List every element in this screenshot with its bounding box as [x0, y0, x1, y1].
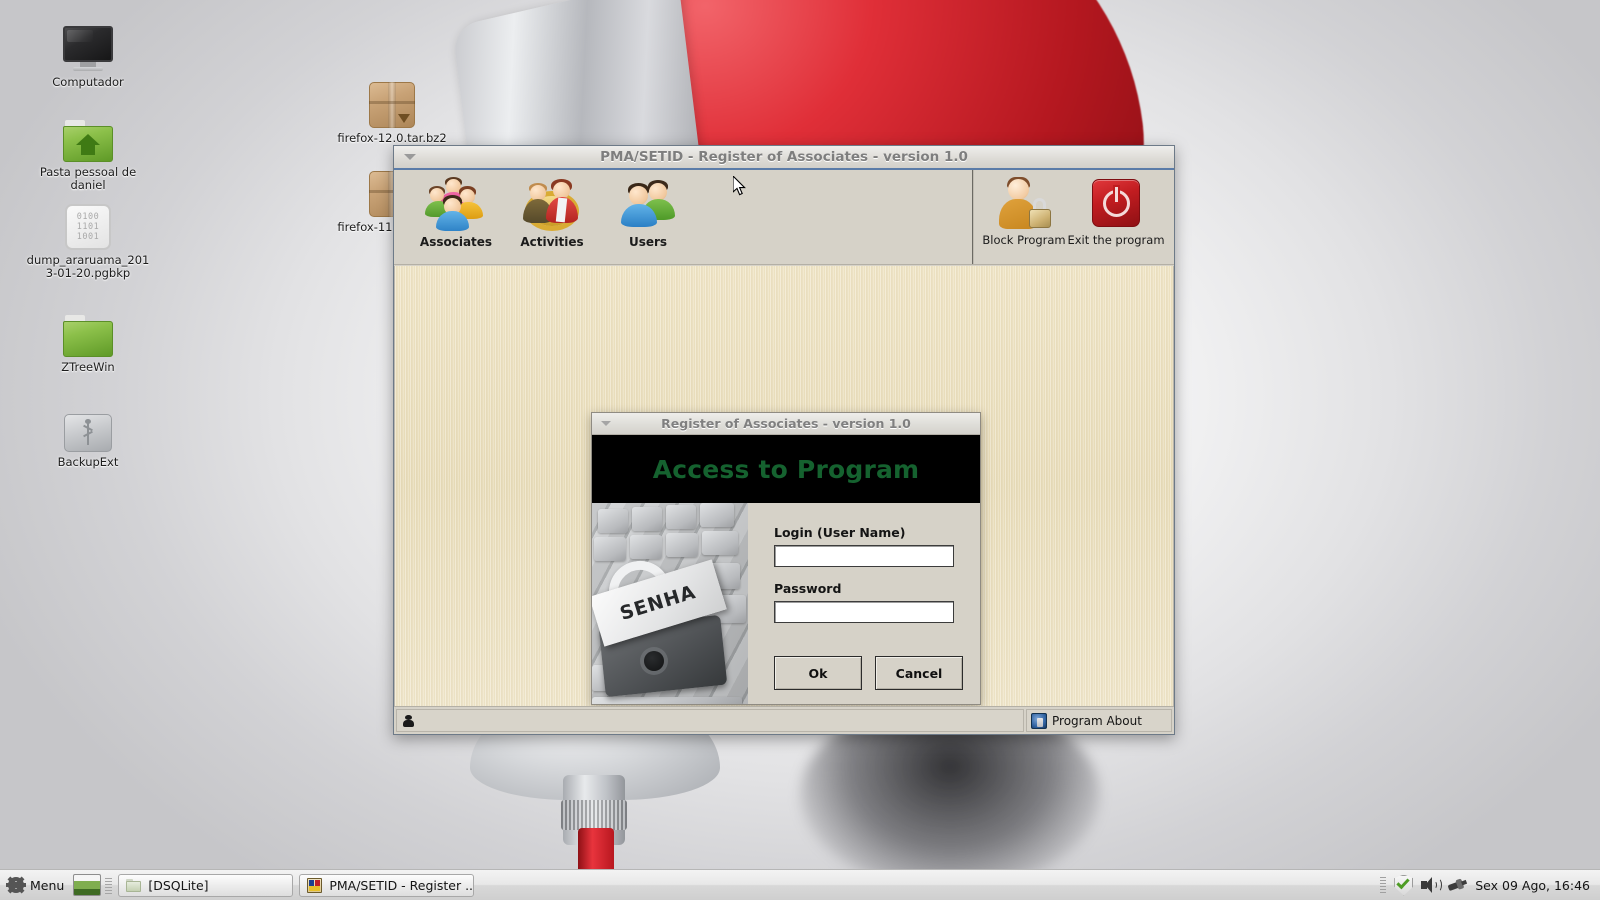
- binary-line: 1101: [77, 222, 99, 232]
- dialog-banner-text: Access to Program: [653, 455, 920, 484]
- clock[interactable]: Sex 09 Ago, 16:46: [1475, 878, 1590, 893]
- shield-check-icon[interactable]: [1394, 875, 1413, 896]
- gear-icon: [8, 877, 24, 893]
- taskbar[interactable]: Menu [DSQLite] PMA/SETID - Register ... …: [0, 869, 1600, 900]
- binary-file-icon: 0100 1101 1001: [26, 198, 150, 250]
- task-button-label: [DSQLite]: [148, 878, 208, 893]
- couple-in-ring-icon: [521, 177, 583, 231]
- dialog-titlebar[interactable]: Register of Associates - version 1.0: [592, 413, 980, 435]
- window-work-area: Register of Associates - version 1.0 Acc…: [394, 266, 1174, 706]
- toolbar-right-group: Block Program Exit the program: [974, 170, 1174, 264]
- desktop-icon-label: firefox-12.0.tar.bz2: [336, 132, 448, 145]
- volume-icon[interactable]: [1421, 877, 1440, 893]
- window-statusbar: Program About: [394, 706, 1174, 734]
- home-folder-icon: [32, 110, 144, 162]
- login-dialog[interactable]: Register of Associates - version 1.0 Acc…: [591, 412, 981, 705]
- padlock-keyhole: [644, 651, 664, 671]
- ok-button[interactable]: Ok: [774, 656, 862, 690]
- network-plug-icon[interactable]: [1446, 874, 1469, 896]
- desktop-icon-backupext[interactable]: BackupExt: [32, 400, 144, 469]
- toolbar-button-associates[interactable]: Associates: [408, 170, 504, 264]
- group-of-people-icon: [425, 177, 487, 231]
- desktop-icon-label: dump_araruama_2013-01-20.pgbkp: [26, 254, 150, 280]
- window-title: PMA/SETID - Register of Associates - ver…: [394, 149, 1174, 165]
- desktop[interactable]: Computador Pasta pessoal de daniel 0100 …: [0, 0, 1600, 900]
- desktop-icon-label: Computador: [32, 76, 144, 89]
- window-titlebar[interactable]: PMA/SETID - Register of Associates - ver…: [394, 146, 1174, 170]
- statusbar-message-area: [396, 709, 1024, 732]
- task-button-pma-setid[interactable]: PMA/SETID - Register ...: [299, 874, 474, 897]
- toolbar-button-exit-program[interactable]: Exit the program: [1066, 170, 1166, 264]
- dialog-form: Login (User Name) Password Ok Cancel: [748, 503, 980, 704]
- toolbar-button-label: Exit the program: [1067, 233, 1164, 247]
- folder-icon: [126, 879, 141, 892]
- desktop-icon-firefox12-archive[interactable]: firefox-12.0.tar.bz2: [336, 76, 448, 145]
- dialog-banner: Access to Program: [592, 435, 980, 503]
- binary-line: 0100: [77, 212, 99, 222]
- usb-drive-icon: [32, 400, 144, 452]
- password-field-label: Password: [774, 581, 956, 596]
- task-button-dsqlite[interactable]: [DSQLite]: [118, 874, 293, 897]
- monitor-icon: [32, 20, 144, 72]
- desktop-icon-home-folder[interactable]: Pasta pessoal de daniel: [32, 110, 144, 192]
- login-field-label: Login (User Name): [774, 525, 956, 540]
- desktop-icon-computador[interactable]: Computador: [32, 20, 144, 89]
- start-menu-button[interactable]: Menu: [0, 870, 73, 901]
- two-users-icon: [617, 177, 679, 231]
- password-input[interactable]: [774, 601, 954, 623]
- senha-card-text: SENHA: [617, 581, 698, 625]
- power-off-icon: [1092, 179, 1140, 227]
- toolbar-button-users[interactable]: Users: [600, 170, 696, 264]
- small-person-icon: [402, 714, 416, 728]
- toolbar-button-label: Block Program: [982, 233, 1065, 247]
- program-about-label: Program About: [1052, 714, 1142, 728]
- user-lock-icon: [996, 177, 1052, 229]
- dialog-body: SENHA Login (User Name) Password Ok Canc…: [592, 503, 980, 704]
- toolbar-button-label: Users: [629, 235, 667, 249]
- task-button-label: PMA/SETID - Register ...: [329, 878, 474, 893]
- desktop-icon-ztreewin[interactable]: ZTreeWin: [32, 305, 144, 374]
- tray-grip[interactable]: [1380, 877, 1386, 893]
- toolbar-button-label: Activities: [520, 235, 583, 249]
- desktop-icon-label: Pasta pessoal de daniel: [32, 166, 144, 192]
- info-badge-icon: [1031, 713, 1047, 729]
- padlock-keyboard-photo: SENHA: [592, 503, 748, 704]
- program-about-button[interactable]: Program About: [1026, 709, 1172, 732]
- toolbar-button-label: Associates: [420, 235, 492, 249]
- desktop-icon-label: ZTreeWin: [32, 361, 144, 374]
- dialog-button-row: Ok Cancel: [774, 656, 963, 690]
- cancel-button[interactable]: Cancel: [875, 656, 963, 690]
- start-menu-label: Menu: [30, 878, 64, 893]
- system-tray: Sex 09 Ago, 16:46: [1380, 875, 1600, 896]
- toolbar-button-activities[interactable]: Activities: [504, 170, 600, 264]
- dialog-title: Register of Associates - version 1.0: [592, 416, 980, 431]
- application-window[interactable]: PMA/SETID - Register of Associates - ver…: [393, 145, 1175, 735]
- show-desktop-button[interactable]: [73, 874, 101, 896]
- login-input[interactable]: [774, 545, 954, 567]
- desktop-icon-label: BackupExt: [32, 456, 144, 469]
- archive-icon: [336, 76, 448, 128]
- desktop-icon-dump-file[interactable]: 0100 1101 1001 dump_araruama_2013-01-20.…: [26, 198, 150, 280]
- toolbar-left-group: Associates Activities: [394, 170, 974, 264]
- taskbar-grip[interactable]: [105, 876, 112, 894]
- mouse-knurl: [561, 800, 627, 830]
- folder-icon: [32, 305, 144, 357]
- toolbar: Associates Activities: [394, 170, 1174, 265]
- binary-line: 1001: [77, 232, 99, 242]
- toolbar-button-block-program[interactable]: Block Program: [982, 170, 1066, 264]
- crest-icon: [307, 878, 322, 893]
